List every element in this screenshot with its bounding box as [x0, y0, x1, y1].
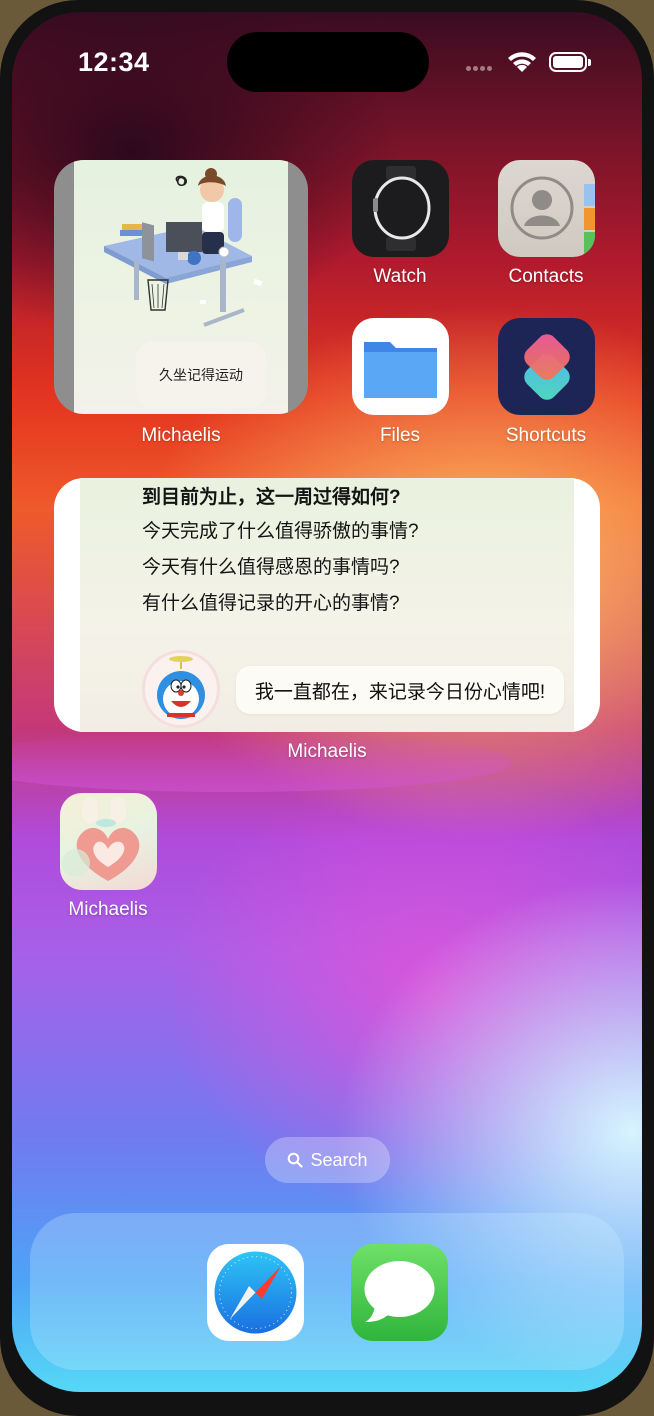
speech-bubble: 我一直都在，来记录今日份心情吧!: [236, 666, 564, 714]
shortcuts-app[interactable]: [498, 318, 595, 415]
files-icon: [364, 342, 437, 398]
question-4: 有什么值得记录的开心的事情?: [142, 593, 400, 614]
search-label: Search: [310, 1149, 368, 1170]
michaelis-journal-widget[interactable]: 到目前为止，这一周过得如何? 今天完成了什么值得骄傲的事情? 今天有什么值得感恩…: [54, 478, 600, 732]
contacts-label: Contacts: [508, 266, 584, 287]
michaelis-app-icon: [62, 797, 140, 881]
question-1: 到目前为止，这一周过得如何?: [142, 487, 401, 508]
widget-caption: 久坐记得运动: [136, 342, 266, 408]
wide-widget-label: Michaelis: [287, 741, 367, 762]
small-widget-label: Michaelis: [141, 425, 221, 446]
dynamic-island: [227, 32, 429, 92]
files-app[interactable]: [352, 318, 449, 415]
status-time: 12:34: [78, 47, 150, 77]
shortcuts-label: Shortcuts: [505, 425, 587, 446]
michaelis-app[interactable]: [60, 793, 157, 890]
michaelis-small-widget[interactable]: 久坐记得运动: [54, 160, 308, 414]
widget-background: 到目前为止，这一周过得如何? 今天完成了什么值得骄傲的事情? 今天有什么值得感恩…: [80, 478, 574, 732]
watch-icon: [373, 166, 431, 251]
michaelis-app-label: Michaelis: [68, 899, 148, 920]
question-2: 今天完成了什么值得骄傲的事情?: [142, 521, 419, 542]
watch-app[interactable]: [352, 160, 449, 257]
question-3: 今天有什么值得感恩的事情吗?: [142, 557, 400, 578]
dock: [30, 1213, 624, 1370]
messages-icon: [364, 1261, 435, 1322]
contacts-icon: [510, 176, 595, 254]
cellular-signal-icon: [466, 66, 492, 71]
wifi-icon: [508, 52, 536, 72]
doraemon-avatar: [142, 650, 220, 728]
desk-illustration: [104, 168, 263, 327]
safari-app[interactable]: [207, 1244, 304, 1341]
widget-background: 久坐记得运动: [74, 160, 288, 414]
contacts-app[interactable]: [498, 160, 595, 257]
messages-app[interactable]: [351, 1244, 448, 1341]
shortcuts-icon: [524, 334, 570, 400]
safari-icon: [214, 1251, 297, 1334]
search-icon: [288, 1152, 304, 1168]
search-button[interactable]: Search: [265, 1137, 390, 1183]
battery-icon: [549, 52, 591, 72]
